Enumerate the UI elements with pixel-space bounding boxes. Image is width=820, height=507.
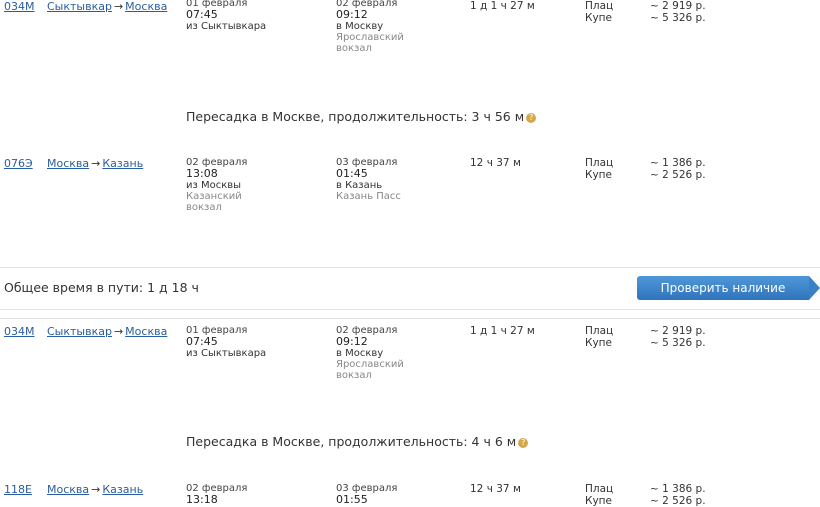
car-class-kupe: Купе <box>585 337 612 349</box>
travel-duration: 12 ч 37 м <box>470 483 521 495</box>
route: Москва → Казань <box>47 157 143 170</box>
route: Москва → Казань <box>47 483 143 496</box>
travel-duration: 12 ч 37 м <box>470 157 521 169</box>
departure-city: из Сыктывкара <box>186 348 267 359</box>
arrival-city: в Казань <box>336 180 383 191</box>
total-travel-time: Общее время в пути: 1 д 18 ч <box>4 280 199 295</box>
route-arrow: → <box>113 325 124 338</box>
price-kupe: ~ 2 526 р. <box>650 495 706 507</box>
car-class-platz: Плац <box>585 0 614 12</box>
price-platz: ~ 2 919 р. <box>650 325 706 337</box>
departure-city: из Сыктывкара <box>186 21 267 32</box>
divider <box>0 309 820 310</box>
departure-info: 01 февраля 07:45 из Сыктывкара <box>186 0 266 32</box>
arrival-info: 02 февраля 09:12 в Москву Ярославский во… <box>336 0 416 54</box>
route-to-link[interactable]: Казань <box>102 483 143 496</box>
train-number-link[interactable]: 034М <box>4 325 35 338</box>
departure-info: 02 февраля 13:08 из Москвы Казанский вок… <box>186 157 266 213</box>
route-to-link[interactable]: Москва <box>125 0 167 13</box>
transfer-text: Пересадка в Москве, продолжительность: 4… <box>186 434 517 449</box>
arrival-time: 09:12 <box>336 8 368 21</box>
departure-info: 02 февраля 13:18 <box>186 483 247 506</box>
arrival-city: в Москву <box>336 21 384 32</box>
departure-time: 07:45 <box>186 8 218 21</box>
arrival-time: 01:55 <box>336 493 368 506</box>
arrival-time: 09:12 <box>336 335 368 348</box>
car-classes: Плац Купе <box>585 0 613 24</box>
price-platz: ~ 2 919 р. <box>650 0 706 12</box>
route-arrow: → <box>113 0 124 13</box>
route: Сыктывкар → Москва <box>47 0 167 13</box>
car-class-platz: Плац <box>585 157 614 169</box>
transfer-info: Пересадка в Москве, продолжительность: 4… <box>186 434 529 449</box>
car-class-kupe: Купе <box>585 169 612 181</box>
divider <box>0 267 820 268</box>
departure-time: 13:08 <box>186 167 218 180</box>
departure-time: 07:45 <box>186 335 218 348</box>
prices: ~ 2 919 р. ~ 5 326 р. <box>650 325 706 349</box>
departure-info: 01 февраля 07:45 из Сыктывкара <box>186 325 266 359</box>
departure-time: 13:18 <box>186 493 218 506</box>
car-class-platz: Плац <box>585 325 614 337</box>
route-from-link[interactable]: Москва <box>47 483 89 496</box>
question-icon[interactable]: ? <box>526 112 537 123</box>
check-tickets-button-arrow[interactable] <box>809 276 820 300</box>
arrival-city: в Москву <box>336 348 384 359</box>
price-platz: ~ 1 386 р. <box>650 157 706 169</box>
departure-city: из Москвы <box>186 180 242 191</box>
route-arrow: → <box>91 157 101 170</box>
arrival-station: Ярославский вокзал <box>336 32 404 54</box>
prices: ~ 1 386 р. ~ 2 526 р. <box>650 483 706 507</box>
transfer-text: Пересадка в Москве, продолжительность: 3… <box>186 109 525 124</box>
route-to-link[interactable]: Казань <box>102 157 143 170</box>
prices: ~ 2 919 р. ~ 5 326 р. <box>650 0 706 24</box>
arrival-time: 01:45 <box>336 167 368 180</box>
divider <box>0 318 820 319</box>
arrival-station: Ярославский вокзал <box>336 359 404 381</box>
car-class-platz: Плац <box>585 483 614 495</box>
price-platz: ~ 1 386 р. <box>650 483 706 495</box>
route: Сыктывкар → Москва <box>47 325 167 338</box>
question-icon[interactable]: ? <box>518 437 529 448</box>
train-number-link[interactable]: 076Э <box>4 157 33 170</box>
car-classes: Плац Купе <box>585 325 613 349</box>
price-kupe: ~ 5 326 р. <box>650 12 706 24</box>
price-kupe: ~ 2 526 р. <box>650 169 706 181</box>
travel-duration: 1 д 1 ч 27 м <box>470 325 535 337</box>
arrival-info: 03 февраля 01:45 в Казань Казань Пасс <box>336 157 416 202</box>
route-arrow: → <box>91 483 101 496</box>
transfer-info: Пересадка в Москве, продолжительность: 3… <box>186 109 537 124</box>
arrival-info: 02 февраля 09:12 в Москву Ярославский во… <box>336 325 416 381</box>
price-kupe: ~ 5 326 р. <box>650 337 706 349</box>
train-number-link[interactable]: 034М <box>4 0 35 13</box>
route-from-link[interactable]: Сыктывкар <box>47 325 112 338</box>
route-from-link[interactable]: Москва <box>47 157 89 170</box>
check-tickets-button[interactable]: Проверить наличие билетов <box>637 276 809 319</box>
travel-duration: 1 д 1 ч 27 м <box>470 0 535 12</box>
route-from-link[interactable]: Сыктывкар <box>47 0 112 13</box>
train-number-link[interactable]: 118Е <box>4 483 32 496</box>
arrival-station: Казань Пасс <box>336 191 401 202</box>
arrival-info: 03 февраля 01:55 <box>336 483 397 506</box>
car-classes: Плац Купе <box>585 157 613 181</box>
car-class-kupe: Купе <box>585 12 612 24</box>
car-class-kupe: Купе <box>585 495 612 507</box>
car-classes: Плац Купе <box>585 483 613 507</box>
prices: ~ 1 386 р. ~ 2 526 р. <box>650 157 706 181</box>
route-to-link[interactable]: Москва <box>125 325 167 338</box>
departure-station: Казанский вокзал <box>186 191 242 213</box>
